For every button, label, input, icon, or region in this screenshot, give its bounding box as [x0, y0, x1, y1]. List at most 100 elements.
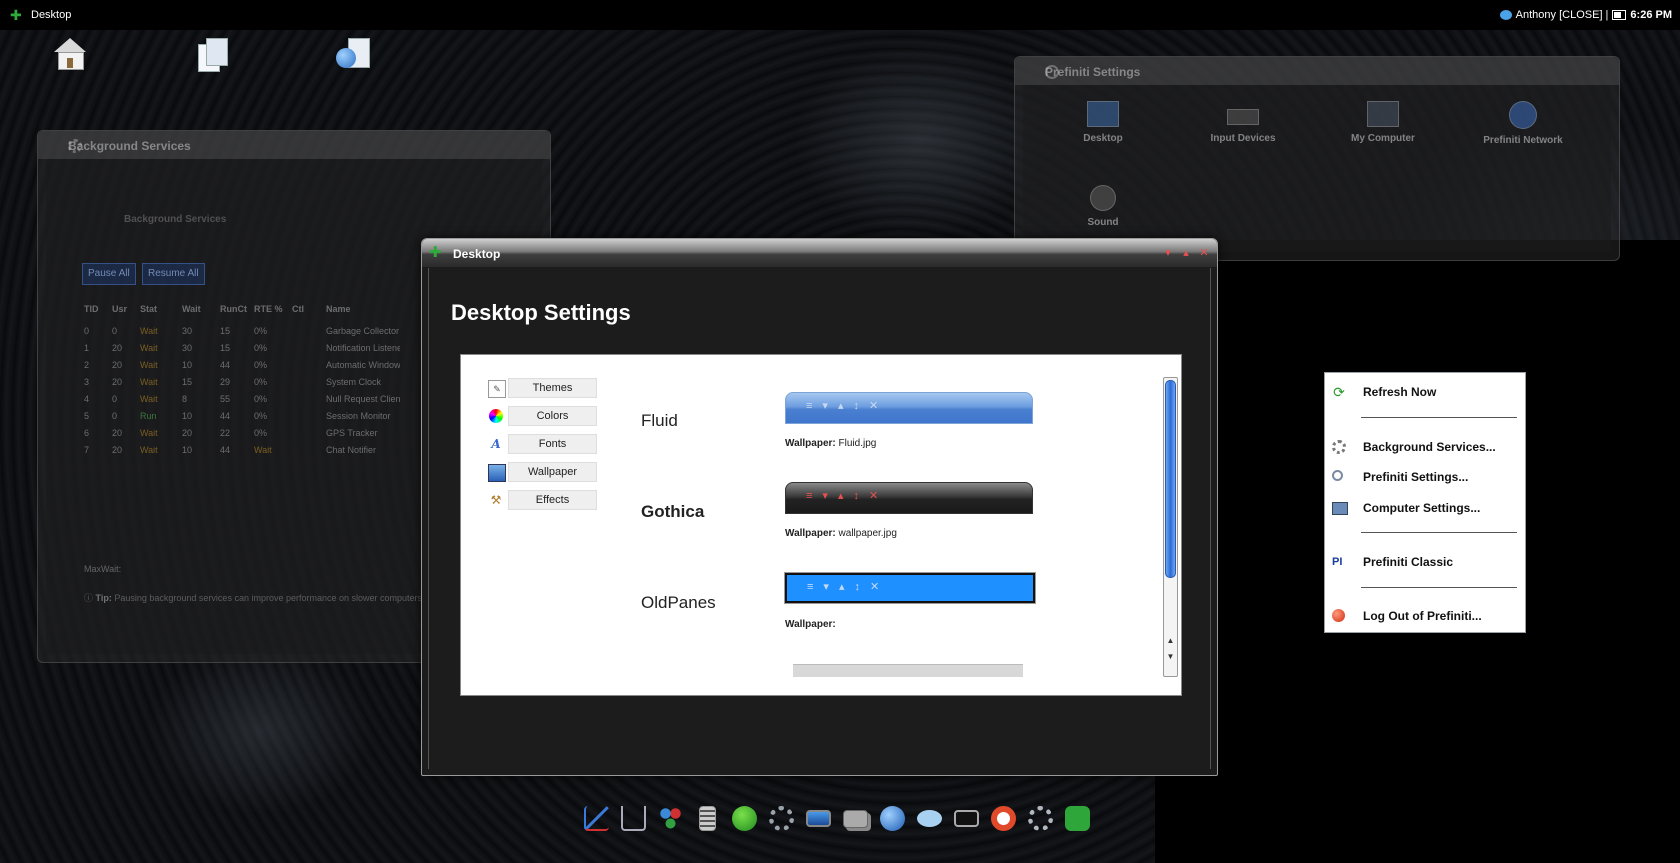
menu-background-services[interactable]: Background Services... — [1325, 435, 1525, 459]
globe-icon[interactable] — [876, 802, 909, 835]
table-cell: 0% — [254, 393, 268, 404]
vertical-scrollbar[interactable]: ▲ ▼ — [1163, 377, 1178, 677]
theme-preview-fluid[interactable]: ≡ ▾ ▴ ↕ ✕ — [785, 392, 1033, 424]
theme-name-oldpanes[interactable]: OldPanes — [641, 593, 716, 613]
window-title: Prefiniti Settings — [1045, 65, 1141, 79]
documents-icon[interactable] — [194, 36, 230, 72]
cart-icon[interactable] — [617, 802, 650, 835]
search-icon — [1332, 470, 1343, 481]
table-cell: 0% — [254, 376, 268, 387]
run-icon[interactable] — [728, 802, 761, 835]
prefiniti-settings-titlebar[interactable]: Prefiniti Settings — [1015, 57, 1619, 85]
menu-item-wallpaper[interactable]: Wallpaper — [488, 462, 597, 482]
network-icon[interactable] — [334, 36, 370, 72]
menu-separator — [1361, 587, 1517, 588]
chart-icon[interactable] — [580, 802, 613, 835]
services-subtitle: Background Services — [124, 214, 227, 225]
table-row: 3 20 Wait 15 29 0% System Clock — [84, 373, 400, 390]
menu-label: Themes — [508, 378, 597, 398]
calculator-icon[interactable] — [691, 802, 724, 835]
pause-all-button[interactable]: Pause All — [82, 263, 136, 285]
settings-icon[interactable] — [1024, 802, 1057, 835]
menu-item-effects[interactable]: ⚒ Effects — [488, 490, 597, 510]
window-titlebar[interactable]: ✚ Desktop ▾ ▴ ✕ — [422, 239, 1217, 267]
maximize-button[interactable]: ▴ — [1179, 246, 1193, 260]
terminal-icon[interactable] — [950, 802, 983, 835]
scroll-up-arrow[interactable]: ▲ — [1164, 634, 1177, 648]
theme-preview-oldpanes[interactable]: ≡ ▾ ▴ ↕ ✕ — [784, 572, 1036, 604]
table-cell: 0 — [112, 410, 118, 421]
screen-icon[interactable] — [802, 802, 835, 835]
windows-icon[interactable] — [839, 802, 872, 835]
table-cell: 20 — [182, 427, 193, 438]
pref-item-desktop[interactable]: Desktop — [1043, 101, 1163, 144]
window-title: Background Services — [68, 139, 191, 153]
pref-item-my-computer[interactable]: My Computer — [1323, 101, 1443, 144]
table-cell: 15 — [220, 342, 231, 353]
menu-label: Effects — [508, 490, 597, 510]
table-cell: 0 — [84, 325, 90, 336]
scroll-thumb[interactable] — [1165, 380, 1176, 578]
table-cell: Wait — [254, 444, 272, 455]
classic-icon: PI — [1332, 556, 1343, 568]
menu-label: Prefiniti Settings... — [1363, 470, 1469, 484]
logout-icon — [1332, 609, 1345, 622]
table-cell: 0% — [254, 410, 268, 421]
top-bar: ✚ Desktop Anthony [CLOSE] | 6:26 PM — [0, 0, 1680, 30]
puzzle-logo-icon[interactable]: ✚ — [10, 8, 24, 22]
menu-separator — [1361, 417, 1517, 418]
menu-computer-settings[interactable]: Computer Settings... — [1325, 496, 1525, 520]
context-menu: ⟳ Refresh Now Background Services... Pre… — [1324, 372, 1526, 633]
table-cell: Wait — [140, 427, 158, 438]
chat-icon[interactable] — [913, 802, 946, 835]
scroll-down-arrow[interactable]: ▼ — [1164, 650, 1177, 664]
table-cell: Automatic Window — [326, 359, 400, 370]
pref-item-input-devices[interactable]: Input Devices — [1183, 101, 1303, 144]
puzzle-icon[interactable] — [1061, 802, 1094, 835]
battery-icon — [1612, 10, 1627, 20]
table-cell — [292, 339, 326, 356]
menu-refresh-now[interactable]: ⟳ Refresh Now — [1325, 380, 1525, 404]
table-cell: 0% — [254, 342, 268, 353]
pref-item-network[interactable]: Prefiniti Network — [1463, 101, 1583, 146]
table-cell: 44 — [220, 359, 231, 370]
table-cell: Wait — [140, 376, 158, 387]
refresh-icon: ⟳ — [1333, 384, 1345, 400]
table-cell: 20 — [112, 342, 123, 353]
help-ring-icon[interactable] — [987, 802, 1020, 835]
theme-preview-gothica[interactable]: ≡ ▾ ▴ ↕ ✕ — [785, 482, 1033, 514]
gear-icon[interactable] — [765, 802, 798, 835]
menu-label: Refresh Now — [1363, 385, 1437, 399]
user-close-link[interactable]: Anthony [CLOSE] | — [1516, 9, 1609, 21]
menu-prefiniti-classic[interactable]: PI Prefiniti Classic — [1325, 550, 1525, 574]
resume-all-button[interactable]: Resume All — [142, 263, 205, 285]
menu-item-themes[interactable]: ✎ Themes — [488, 378, 597, 398]
people-icon[interactable] — [654, 802, 687, 835]
table-cell: 44 — [220, 410, 231, 421]
menu-item-fonts[interactable]: A Fonts — [488, 434, 597, 454]
background-services-titlebar[interactable]: Background Services — [38, 131, 550, 159]
menu-log-out[interactable]: Log Out of Prefiniti... — [1325, 604, 1525, 628]
table-cell: 0 — [112, 393, 118, 404]
menu-label: Fonts — [508, 434, 597, 454]
pref-item-sound[interactable]: Sound — [1043, 185, 1163, 228]
fonts-icon: A — [491, 437, 501, 451]
theme-preview-partial[interactable] — [793, 664, 1023, 677]
menu-label: Computer Settings... — [1363, 501, 1481, 515]
menu-prefiniti-settings[interactable]: Prefiniti Settings... — [1325, 465, 1525, 489]
minimize-button[interactable]: ▾ — [1161, 246, 1175, 260]
theme-name-fluid[interactable]: Fluid — [641, 411, 678, 431]
table-row: 1 20 Wait 30 15 0% Notification Listener — [84, 339, 400, 356]
window-title: Desktop — [453, 247, 501, 261]
table-row: 6 20 Wait 20 22 0% GPS Tracker — [84, 424, 400, 441]
theme-name-gothica[interactable]: Gothica — [641, 502, 704, 522]
menu-item-colors[interactable]: Colors — [488, 406, 597, 426]
prefiniti-settings-window: Prefiniti Settings Desktop Input Devices… — [1014, 56, 1620, 261]
close-button[interactable]: ✕ — [1197, 246, 1211, 260]
column-header: Wait — [182, 304, 201, 314]
speaker-icon — [1090, 185, 1116, 211]
chat-bubble-icon[interactable] — [1499, 10, 1512, 20]
computer-icon — [1367, 101, 1399, 127]
home-icon[interactable] — [52, 36, 88, 72]
menu-separator — [1361, 532, 1517, 533]
